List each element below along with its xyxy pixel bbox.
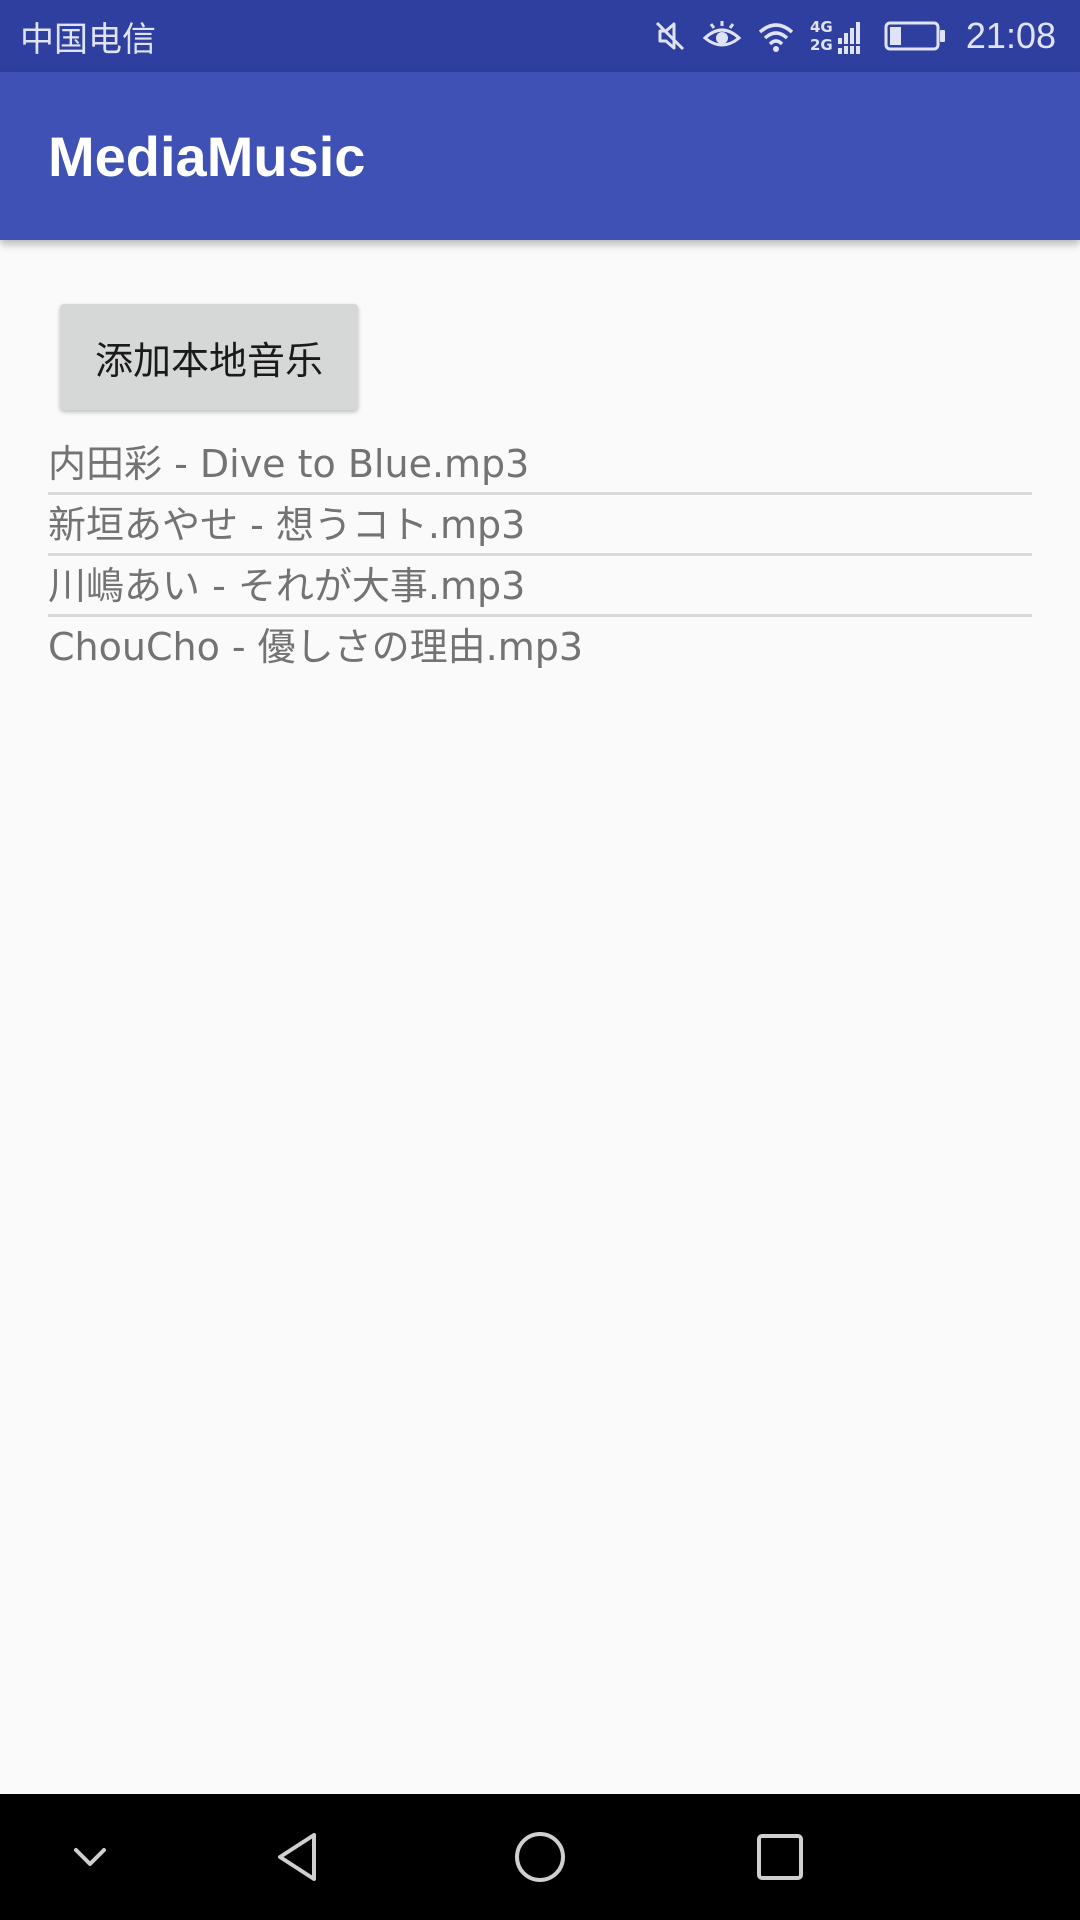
- navigation-bar: [0, 1794, 1080, 1920]
- back-button[interactable]: [230, 1794, 370, 1920]
- eye-comfort-icon: [702, 18, 742, 54]
- app-title: MediaMusic: [48, 124, 366, 188]
- recents-button[interactable]: [710, 1794, 850, 1920]
- network-type-2g: 2G: [810, 36, 833, 54]
- status-bar: 中国电信 4G 2G 21:08: [0, 0, 1080, 72]
- home-button[interactable]: [470, 1794, 610, 1920]
- app-bar: MediaMusic: [0, 72, 1080, 240]
- battery-icon: [884, 18, 946, 54]
- clock: 21:08: [965, 15, 1056, 56]
- wifi-icon: [756, 18, 796, 54]
- song-list-item[interactable]: 新垣あやせ - 想うコト.mp3: [48, 495, 1032, 556]
- network-type-4g: 4G: [810, 18, 833, 36]
- collapse-button[interactable]: [20, 1794, 160, 1920]
- song-list: 内田彩 - Dive to Blue.mp3 新垣あやせ - 想うコト.mp3 …: [48, 434, 1032, 675]
- collapse-icon: [74, 1848, 106, 1866]
- song-list-item[interactable]: ChouCho - 優しさの理由.mp3: [48, 617, 1032, 675]
- home-icon: [515, 1832, 565, 1882]
- signal-icon: 4G 2G: [810, 16, 870, 56]
- status-icons: 4G 2G 21:08: [652, 15, 1056, 57]
- mute-icon: [652, 18, 688, 54]
- back-icon: [278, 1833, 316, 1881]
- screen: 中国电信 4G 2G 21:08 MediaMusic 添加本地音乐 内田彩 -…: [0, 0, 1080, 1920]
- recents-icon: [757, 1834, 803, 1880]
- carrier-label: 中国电信: [20, 19, 156, 60]
- battery-fill: [889, 27, 901, 45]
- song-list-item[interactable]: 内田彩 - Dive to Blue.mp3: [48, 434, 1032, 495]
- add-local-music-button[interactable]: 添加本地音乐: [60, 304, 358, 410]
- song-list-item[interactable]: 川嶋あい - それが大事.mp3: [48, 556, 1032, 617]
- main-content: 添加本地音乐 内田彩 - Dive to Blue.mp3 新垣あやせ - 想う…: [0, 240, 1080, 1794]
